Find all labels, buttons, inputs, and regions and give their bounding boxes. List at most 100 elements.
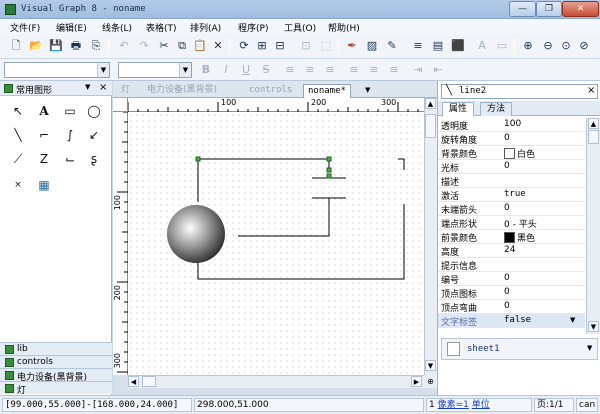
library-item-lib[interactable]: lib xyxy=(0,342,112,355)
chevron-down-icon[interactable]: ▼ xyxy=(570,316,575,324)
curve-tool[interactable]: ∫ xyxy=(62,127,78,143)
horizontal-scrollbar[interactable]: ◀ ▶ xyxy=(128,375,424,388)
scroll-right-icon[interactable]: ▶ xyxy=(411,376,422,387)
menu-arrange[interactable]: 排列(A) xyxy=(190,21,221,34)
drawing-canvas[interactable] xyxy=(128,112,424,375)
property-row[interactable]: 末端箭头 0 xyxy=(438,202,585,216)
pointer-tool[interactable]: ↖ xyxy=(10,103,26,119)
menu-program[interactable]: 程序(P) xyxy=(238,21,268,34)
valign-bottom-button[interactable]: ≡ xyxy=(386,62,402,78)
tab-controls[interactable]: controls xyxy=(249,84,292,98)
text-tool[interactable]: A xyxy=(36,103,52,119)
delete-point-tool[interactable]: × xyxy=(10,177,26,193)
bezier-tool[interactable]: ʂ xyxy=(86,151,102,167)
property-row[interactable]: 前景颜色 黑色 xyxy=(438,230,585,244)
line-color-icon[interactable]: ✎ xyxy=(384,38,400,54)
align-right-button[interactable]: ≡ xyxy=(322,62,338,78)
library-item-controls[interactable]: controls xyxy=(0,355,112,368)
property-row[interactable]: 光标 0 xyxy=(438,160,585,174)
maximize-button[interactable]: ❐ xyxy=(536,1,562,17)
font-color-icon[interactable]: A xyxy=(474,38,490,54)
copy-icon[interactable]: ⧉ xyxy=(174,38,190,54)
strike-button[interactable]: S xyxy=(258,62,274,78)
property-row[interactable]: 提示信息 xyxy=(438,258,585,272)
pattern-icon[interactable]: ▨ xyxy=(364,38,380,54)
property-row[interactable]: 背景颜色 白色 xyxy=(438,146,585,160)
scroll-thumb[interactable] xyxy=(142,376,156,387)
sheet-selector[interactable]: sheet1 ▼ xyxy=(441,338,598,360)
polyline-tool[interactable]: ⌐ xyxy=(36,127,52,143)
property-row[interactable]: 透明度 100 xyxy=(438,118,585,132)
library-item-power-equipment[interactable]: 电力设备(黑背景) xyxy=(0,368,112,383)
font-size-combo[interactable]: ▼ xyxy=(118,62,192,78)
zoom-out-icon[interactable]: ⊖ xyxy=(540,38,556,54)
fill-color-icon[interactable]: ✒ xyxy=(344,38,360,54)
tab-methods[interactable]: 方法 xyxy=(480,102,513,116)
close-icon[interactable]: × xyxy=(587,85,595,96)
delete-icon[interactable]: ✕ xyxy=(210,38,226,54)
border-icon[interactable]: ▭ xyxy=(494,38,510,54)
property-scrollbar[interactable]: ▲ ▼ xyxy=(586,118,600,334)
indent-button[interactable]: ⇥ xyxy=(410,62,426,78)
ellipse-tool[interactable]: ◯ xyxy=(86,103,102,119)
distribute-icon[interactable]: ⬚ xyxy=(318,38,334,54)
library-item-lamp[interactable]: 灯 xyxy=(0,381,112,396)
scroll-up-icon[interactable]: ▲ xyxy=(588,118,599,129)
property-row[interactable]: 描述 xyxy=(438,174,585,188)
rectangle-tool[interactable]: ▭ xyxy=(62,103,78,119)
menu-table[interactable]: 表格(T) xyxy=(146,21,177,34)
save-icon[interactable]: 💾 xyxy=(48,38,64,54)
scroll-left-icon[interactable]: ◀ xyxy=(128,376,139,387)
chevron-down-icon[interactable]: ▼ xyxy=(85,83,90,91)
group-icon[interactable]: ⊞ xyxy=(254,38,270,54)
font-name-combo[interactable]: ▼ xyxy=(4,62,110,78)
elbow-tool[interactable]: ⌙ xyxy=(62,151,78,167)
underline-button[interactable]: U xyxy=(238,62,254,78)
scroll-thumb[interactable] xyxy=(425,114,436,138)
tab-lamp[interactable]: 灯 xyxy=(121,84,130,98)
print-icon[interactable]: 🖶 xyxy=(68,38,84,54)
align-center-button[interactable]: ≡ xyxy=(302,62,318,78)
menu-tools[interactable]: 工具(O) xyxy=(284,21,316,34)
valign-top-button[interactable]: ≡ xyxy=(346,62,362,78)
paste-icon[interactable]: 📋 xyxy=(192,38,208,54)
align-left-button[interactable]: ≡ xyxy=(282,62,298,78)
menu-edit[interactable]: 编辑(E) xyxy=(56,21,87,34)
open-folder-icon[interactable]: 📂 xyxy=(28,38,44,54)
chevron-down-icon[interactable]: ▼ xyxy=(179,63,191,77)
close-icon[interactable]: × xyxy=(99,82,107,93)
property-row[interactable]: 激活 true xyxy=(438,188,585,202)
property-row[interactable]: 端点形状 0 - 平头 xyxy=(438,216,585,230)
minimize-button[interactable]: — xyxy=(509,1,536,17)
tab-power-equipment[interactable]: 电力设备(黑背景) xyxy=(147,84,217,98)
zoom-corner-icon[interactable]: ⊕ xyxy=(424,375,437,388)
property-row[interactable]: 编号 0 xyxy=(438,272,585,286)
bold-button[interactable]: B xyxy=(198,62,214,78)
shadow-icon[interactable]: ⬛ xyxy=(450,38,466,54)
scroll-thumb[interactable] xyxy=(588,130,599,144)
property-row-selected[interactable]: 文字标签 false ▼ xyxy=(438,314,585,328)
zoom-in-icon[interactable]: ⊕ xyxy=(520,38,536,54)
chevron-down-icon[interactable]: ▼ xyxy=(365,86,370,94)
arc-tool[interactable]: ↙ xyxy=(86,127,102,143)
object-selector[interactable]: ╲ line2 × xyxy=(441,84,598,99)
property-row[interactable]: 顶点弯曲 0 xyxy=(438,300,585,314)
circuit-drawing[interactable] xyxy=(128,112,424,375)
preview-icon[interactable]: ⎘ xyxy=(88,38,104,54)
pixel-link[interactable]: 像素=1 xyxy=(438,400,469,410)
image-tool[interactable]: ▦ xyxy=(36,177,52,193)
cut-icon[interactable]: ✂ xyxy=(156,38,172,54)
property-row[interactable]: 高度 24 xyxy=(438,244,585,258)
zoom-reset-icon[interactable]: ⊘ xyxy=(576,38,592,54)
zoom-fit-icon[interactable]: ⊙ xyxy=(558,38,574,54)
close-button[interactable]: ✕ xyxy=(562,1,599,17)
ungroup-icon[interactable]: ⊟ xyxy=(272,38,288,54)
refresh-icon[interactable]: ⟳ xyxy=(236,38,252,54)
line-style-icon[interactable]: ▤ xyxy=(430,38,446,54)
new-file-icon[interactable]: 🗋 xyxy=(8,38,24,54)
valign-middle-button[interactable]: ≡ xyxy=(366,62,382,78)
scroll-down-icon[interactable]: ▼ xyxy=(588,321,599,332)
unit-link[interactable]: 单位 xyxy=(472,400,490,410)
undo-icon[interactable]: ↶ xyxy=(116,38,132,54)
tab-properties[interactable]: 属性 xyxy=(442,102,475,116)
